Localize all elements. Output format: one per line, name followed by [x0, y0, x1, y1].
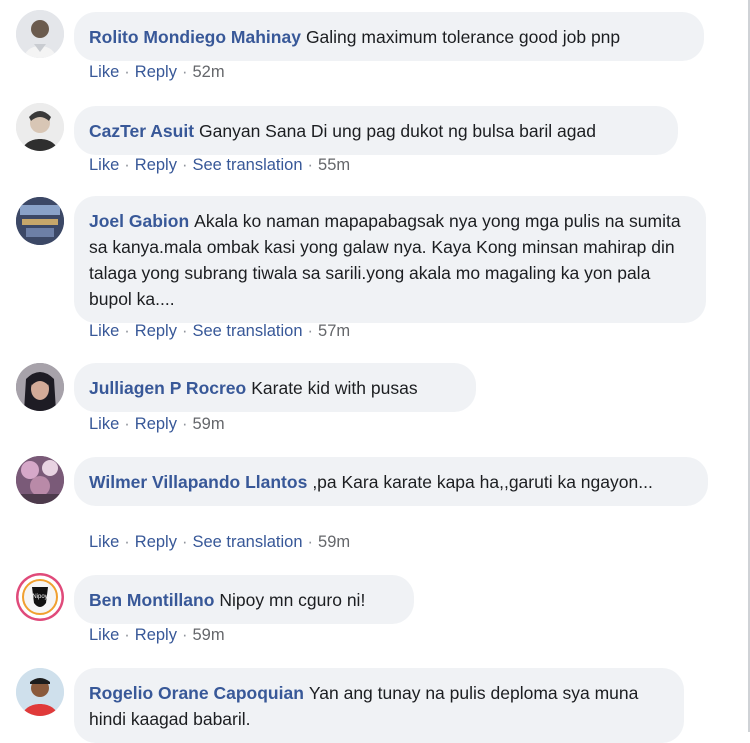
comment-text: Nipoy mn cguro ni!: [219, 590, 366, 610]
comment-actions: Like · Reply · See translation · 57m: [89, 322, 350, 341]
avatar[interactable]: [16, 456, 64, 504]
separator-dot: ·: [307, 156, 314, 174]
like-link[interactable]: Like: [89, 626, 119, 644]
comment-actions: Like · Reply · 59m: [89, 626, 225, 645]
like-link[interactable]: Like: [89, 415, 119, 433]
avatar[interactable]: [16, 103, 64, 151]
profile-photo-icon: Nipoy: [16, 573, 64, 621]
like-link[interactable]: Like: [89, 322, 119, 340]
profile-photo-icon: [16, 197, 64, 245]
comment-author[interactable]: Julliagen P Rocreo: [89, 378, 246, 398]
timestamp[interactable]: 52m: [192, 63, 224, 81]
timestamp[interactable]: 59m: [192, 415, 224, 433]
comment-text: Galing maximum tolerance good job pnp: [305, 27, 621, 47]
avatar[interactable]: [16, 10, 64, 58]
comment-author[interactable]: Rogelio Orane Capoquian: [89, 683, 304, 703]
see-translation-link[interactable]: See translation: [192, 322, 302, 340]
reply-link[interactable]: Reply: [135, 322, 177, 340]
comment-author[interactable]: Joel Gabion: [89, 211, 189, 231]
like-link[interactable]: Like: [89, 63, 119, 81]
comment-author[interactable]: Wilmer Villapando Llantos: [89, 472, 307, 492]
profile-photo-icon: [16, 363, 64, 411]
avatar[interactable]: [16, 363, 64, 411]
separator-dot: ·: [307, 322, 314, 340]
separator-dot: ·: [181, 533, 188, 551]
reply-link[interactable]: Reply: [135, 415, 177, 433]
avatar[interactable]: [16, 197, 64, 245]
reply-link[interactable]: Reply: [135, 626, 177, 644]
separator-dot: ·: [181, 322, 188, 340]
separator-dot: ·: [124, 63, 130, 81]
separator-dot: ·: [124, 533, 130, 551]
comment-actions: Like · Reply · See translation · 55m: [89, 156, 350, 175]
separator-dot: ·: [124, 415, 130, 433]
separator-dot: ·: [181, 415, 188, 433]
comment-author[interactable]: Ben Montillano: [89, 590, 214, 610]
timestamp[interactable]: 55m: [318, 156, 350, 174]
separator-dot: ·: [307, 533, 314, 551]
like-link[interactable]: Like: [89, 156, 119, 174]
profile-photo-icon: [16, 668, 64, 716]
profile-photo-icon: [16, 103, 64, 151]
separator-dot: ·: [124, 626, 130, 644]
comment-author[interactable]: CazTer Asuit: [89, 121, 194, 141]
comment-text: Ganyan Sana Di ung pag dukot ng bulsa ba…: [199, 121, 596, 141]
avatar[interactable]: [16, 668, 64, 716]
separator-dot: ·: [181, 156, 188, 174]
comment-text: Karate kid with pusas: [251, 378, 418, 398]
timestamp[interactable]: 57m: [318, 322, 350, 340]
reply-link[interactable]: Reply: [135, 63, 177, 81]
comment-bubble: Joel Gabion Akala ko naman mapapabagsak n…: [74, 196, 706, 323]
reply-link[interactable]: Reply: [135, 156, 177, 174]
comment-bubble: Rolito Mondiego Mahinay Galing maximum to…: [74, 12, 704, 61]
like-link[interactable]: Like: [89, 533, 119, 551]
comment-bubble: CazTer Asuit Ganyan Sana Di ung pag dukot…: [74, 106, 678, 155]
comment-text: ,pa Kara karate kapa ha,,garuti ka ngayo…: [312, 472, 653, 492]
profile-photo-icon: [16, 456, 64, 504]
timestamp[interactable]: 59m: [192, 626, 224, 644]
comment-actions: Like · Reply · 52m: [89, 63, 225, 82]
see-translation-link[interactable]: See translation: [192, 156, 302, 174]
comment-actions: Like · Reply · 59m: [89, 415, 225, 434]
avatar-badge-text: Nipoy: [32, 594, 47, 600]
separator-dot: ·: [124, 156, 130, 174]
comment-author[interactable]: Rolito Mondiego Mahinay: [89, 27, 301, 47]
profile-photo-icon: [16, 10, 64, 58]
timestamp[interactable]: 59m: [318, 533, 350, 551]
separator-dot: ·: [181, 63, 188, 81]
see-translation-link[interactable]: See translation: [192, 533, 302, 551]
reply-link[interactable]: Reply: [135, 533, 177, 551]
comment-actions: Like · Reply · See translation · 59m: [89, 533, 350, 552]
separator-dot: ·: [124, 322, 130, 340]
comment-bubble: Ben Montillano Nipoy mn cguro ni!: [74, 575, 414, 624]
avatar[interactable]: Nipoy: [16, 573, 64, 621]
comment-bubble: Wilmer Villapando Llantos ,pa Kara karate…: [74, 457, 708, 506]
comment-bubble: Julliagen P Rocreo Karate kid with pusas: [74, 363, 476, 412]
separator-dot: ·: [181, 626, 188, 644]
